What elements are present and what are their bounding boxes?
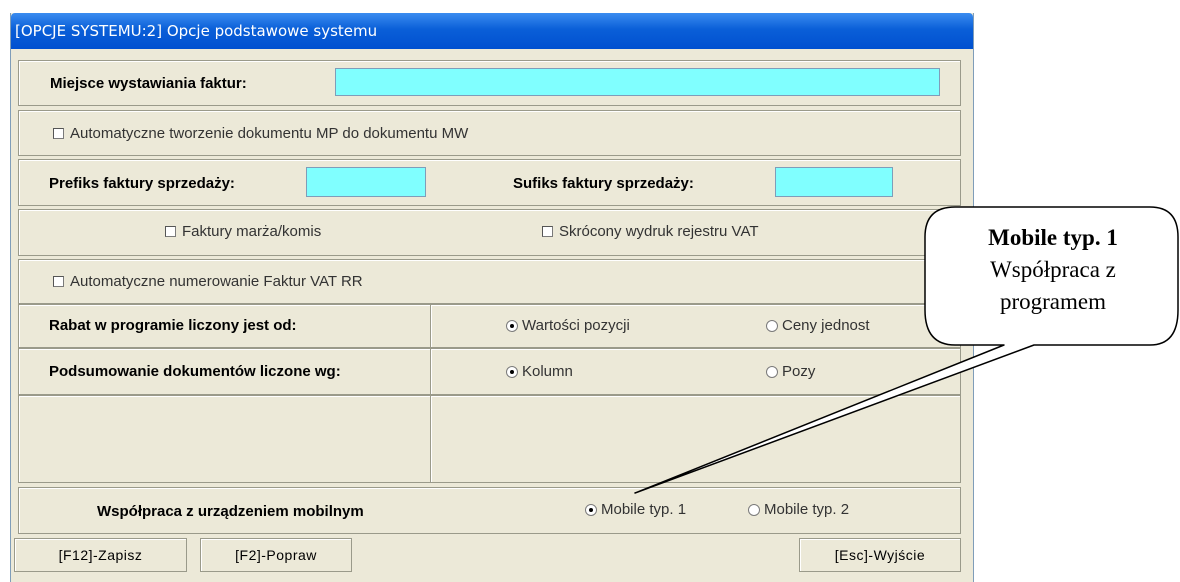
callout-line1: Współpraca z: [990, 257, 1116, 282]
callout-title: Mobile typ. 1: [988, 225, 1118, 250]
callout-line2: programem: [999, 289, 1106, 314]
callout-text: Mobile typ. 1 Współpraca z programem: [930, 222, 1176, 318]
